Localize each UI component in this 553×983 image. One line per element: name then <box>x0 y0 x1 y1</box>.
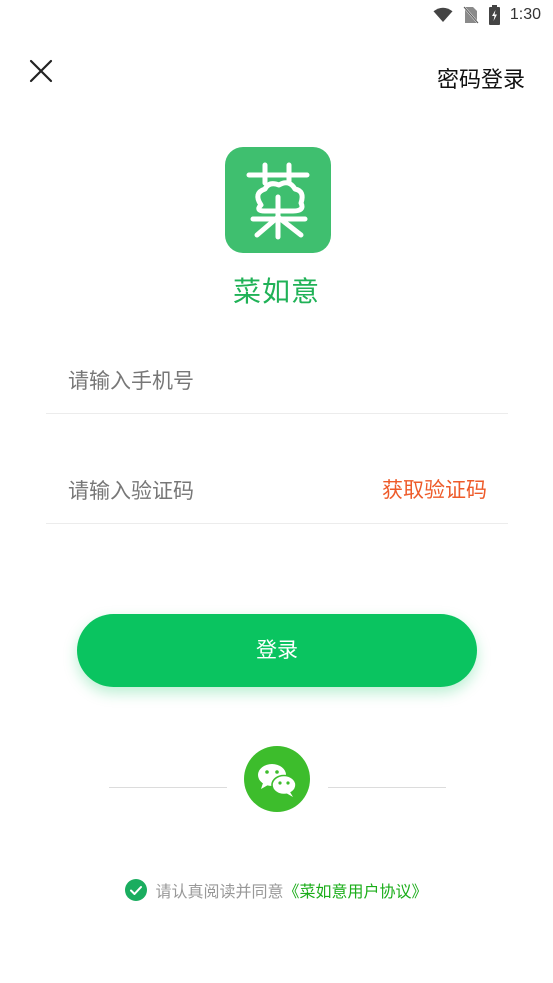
phone-input[interactable] <box>66 347 370 415</box>
password-login-link[interactable]: 密码登录 <box>437 62 525 94</box>
status-icons: 1:30 <box>433 5 541 25</box>
agreement: 请认真阅读并同意《菜如意用户协议》 <box>0 878 553 902</box>
verification-code-input[interactable] <box>66 457 370 525</box>
checkbox-checked-icon[interactable] <box>125 879 148 901</box>
battery-charging-icon <box>488 5 500 25</box>
wechat-login-button[interactable] <box>244 746 310 812</box>
app-name: 菜如意 <box>232 275 320 308</box>
wechat-icon <box>258 764 297 797</box>
wifi-icon <box>433 7 453 22</box>
app-logo <box>225 147 331 253</box>
close-icon <box>29 59 53 83</box>
login-button[interactable]: 登录 <box>77 614 477 687</box>
status-bar: 1:30 <box>0 0 553 32</box>
close-button[interactable] <box>26 56 56 86</box>
get-code-button[interactable]: 获取验证码 <box>382 457 487 523</box>
agreement-text: 请认真阅读并同意 <box>155 882 284 901</box>
code-field: 获取验证码 <box>46 457 508 525</box>
logo-glyph <box>246 162 310 240</box>
agreement-link[interactable]: 《菜如意用户协议》 <box>284 882 428 901</box>
status-time: 1:30 <box>509 6 541 23</box>
divider-right <box>328 787 446 788</box>
no-sim-icon <box>463 6 479 24</box>
divider-left <box>109 787 227 788</box>
phone-field <box>46 347 508 415</box>
